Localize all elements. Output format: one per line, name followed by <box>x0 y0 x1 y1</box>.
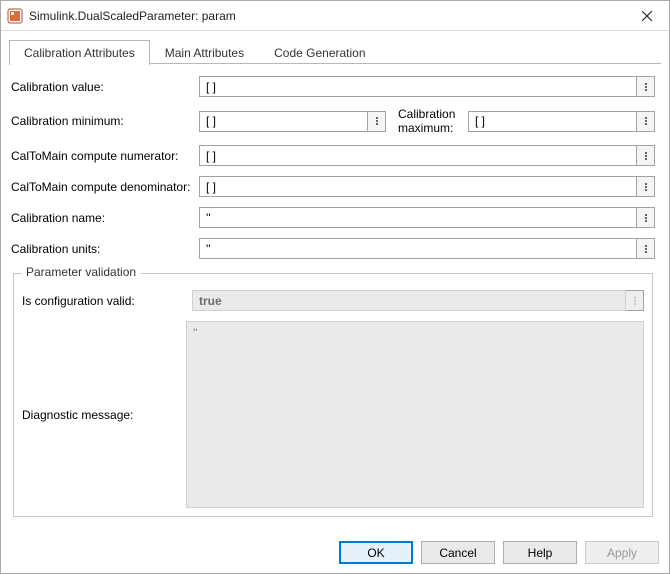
calibration-units-input[interactable] <box>199 238 637 259</box>
dots-icon <box>645 82 647 92</box>
window-title: Simulink.DualScaledParameter: param <box>29 9 624 23</box>
parameter-validation-group: Parameter validation Is configuration va… <box>13 273 653 517</box>
caltomain-denominator-edit-button[interactable] <box>637 176 655 197</box>
app-icon <box>7 8 23 24</box>
calibration-units-label: Calibration units: <box>11 242 193 256</box>
tab-calibration-attributes[interactable]: Calibration Attributes <box>9 40 150 65</box>
dots-icon <box>634 296 636 306</box>
calibration-value-label: Calibration value: <box>11 80 193 94</box>
is-configuration-valid-label: Is configuration valid: <box>22 294 186 308</box>
calibration-minimum-label: Calibration minimum: <box>11 114 193 128</box>
tab-code-generation[interactable]: Code Generation <box>259 40 380 65</box>
calibration-attributes-panel: Calibration value: Calibration minimum: <box>9 64 661 523</box>
is-configuration-valid-value <box>192 290 626 311</box>
calibration-maximum-label: Calibration maximum: <box>398 107 462 135</box>
cancel-button[interactable]: Cancel <box>421 541 495 564</box>
caltomain-numerator-edit-button[interactable] <box>637 145 655 166</box>
close-button[interactable] <box>624 1 669 31</box>
diagnostic-message-label: Diagnostic message: <box>22 321 186 508</box>
dots-icon <box>645 182 647 192</box>
is-configuration-valid-edit-button <box>626 290 644 311</box>
dialog-content: Calibration Attributes Main Attributes C… <box>1 31 669 531</box>
calibration-value-edit-button[interactable] <box>637 76 655 97</box>
dots-icon <box>645 244 647 254</box>
dialog-button-bar: OK Cancel Help Apply <box>1 531 669 573</box>
calibration-minimum-edit-button[interactable] <box>368 111 386 132</box>
calibration-value-input[interactable] <box>199 76 637 97</box>
dots-icon <box>645 213 647 223</box>
caltomain-numerator-input[interactable] <box>199 145 637 166</box>
tab-bar: Calibration Attributes Main Attributes C… <box>9 39 661 64</box>
help-button[interactable]: Help <box>503 541 577 564</box>
calibration-maximum-edit-button[interactable] <box>637 111 655 132</box>
dots-icon <box>645 151 647 161</box>
calibration-name-input[interactable] <box>199 207 637 228</box>
caltomain-denominator-label: CalToMain compute denominator: <box>11 180 193 194</box>
tab-main-attributes[interactable]: Main Attributes <box>150 40 259 65</box>
apply-button: Apply <box>585 541 659 564</box>
calibration-minimum-input[interactable] <box>199 111 368 132</box>
dots-icon <box>376 116 378 126</box>
parameter-validation-title: Parameter validation <box>22 265 140 279</box>
close-icon <box>642 11 652 21</box>
calibration-units-edit-button[interactable] <box>637 238 655 259</box>
titlebar: Simulink.DualScaledParameter: param <box>1 1 669 31</box>
calibration-maximum-input[interactable] <box>468 111 637 132</box>
caltomain-numerator-label: CalToMain compute numerator: <box>11 149 193 163</box>
calibration-name-edit-button[interactable] <box>637 207 655 228</box>
dialog-window: Simulink.DualScaledParameter: param Cali… <box>0 0 670 574</box>
calibration-name-label: Calibration name: <box>11 211 193 225</box>
ok-button[interactable]: OK <box>339 541 413 564</box>
caltomain-denominator-input[interactable] <box>199 176 637 197</box>
diagnostic-message-textarea <box>186 321 644 508</box>
dots-icon <box>645 116 647 126</box>
